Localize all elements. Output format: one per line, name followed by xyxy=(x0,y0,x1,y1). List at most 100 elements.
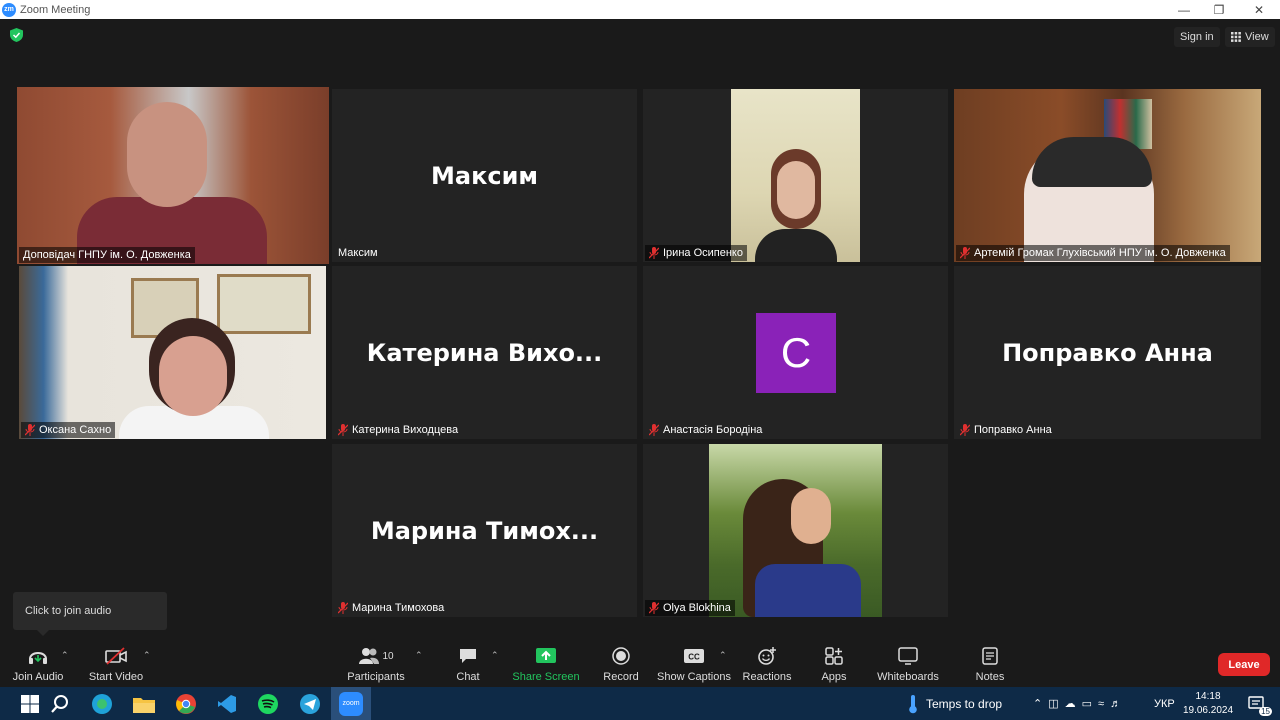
onedrive-icon[interactable]: ☁ xyxy=(1065,697,1082,710)
clock-date: 19.06.2024 xyxy=(1182,704,1234,716)
clock[interactable]: 14:18 19.06.2024 xyxy=(1182,687,1234,720)
telegram-icon[interactable] xyxy=(297,691,323,717)
chat-icon xyxy=(460,649,476,663)
participant-tile[interactable]: Катерина Вихо... Катерина Виходцева xyxy=(332,266,637,439)
participant-name-tag: Olya Blokhina xyxy=(645,600,735,616)
muted-mic-icon xyxy=(649,602,659,614)
participant-tile[interactable]: Оксана Сахно xyxy=(19,266,326,439)
participant-tile[interactable]: C Анастасія Бородіна xyxy=(643,266,948,439)
participant-name-tag: Поправко Анна xyxy=(956,422,1056,438)
participant-tile[interactable]: Максим Максим xyxy=(332,89,637,262)
participant-name: Анастасія Бородіна xyxy=(663,424,763,436)
language-indicator[interactable]: УКР xyxy=(1154,687,1175,720)
tray-chevron-icon[interactable]: ⌃ xyxy=(1033,697,1048,710)
leave-label: Leave xyxy=(1228,658,1260,671)
meeting-topbar: Sign in View xyxy=(0,19,1280,53)
video-options-caret-icon[interactable]: ⌃ xyxy=(143,650,151,661)
whiteboards-label: Whiteboards xyxy=(877,671,939,683)
participants-icon xyxy=(359,648,380,664)
battery-icon[interactable]: ▭ xyxy=(1082,697,1098,710)
notes-button[interactable]: Notes xyxy=(974,646,1006,686)
reactions-label: Reactions xyxy=(742,671,792,683)
video-person-dress xyxy=(755,564,861,617)
weather-widget[interactable]: Temps to drop xyxy=(908,687,1002,720)
apps-button[interactable]: Apps xyxy=(817,646,851,686)
participants-options-caret-icon[interactable]: ⌃ xyxy=(415,650,423,661)
vscode-icon[interactable] xyxy=(214,691,240,717)
leave-button[interactable]: Leave xyxy=(1218,653,1270,676)
window-titlebar: zm Zoom Meeting — ❐ ✕ xyxy=(0,0,1280,19)
tray-device-icon[interactable]: ◫ xyxy=(1048,697,1064,710)
headphones-icon xyxy=(29,652,47,664)
start-video-button[interactable]: Start Video xyxy=(89,646,143,686)
participant-name: Ірина Осипенко xyxy=(663,247,743,259)
system-tray-icons[interactable]: ⌃ ◫ ☁ ▭ ≈ ♬ xyxy=(1033,687,1127,720)
minimize-icon[interactable]: — xyxy=(1166,0,1202,19)
zoom-logo-icon: zm xyxy=(2,2,16,17)
participant-name: Olya Blokhina xyxy=(663,602,731,614)
participant-tile[interactable]: Поправко Анна Поправко Анна xyxy=(954,266,1261,439)
reactions-button[interactable]: Reactions xyxy=(743,646,791,686)
view-button[interactable]: View xyxy=(1225,27,1275,47)
join-audio-label: Join Audio xyxy=(12,671,64,683)
participant-name: Марина Тимохова xyxy=(352,602,445,614)
window-title: Zoom Meeting xyxy=(20,3,91,16)
participant-name-tag: Анастасія Бородіна xyxy=(645,422,766,438)
audio-options-caret-icon[interactable]: ⌃ xyxy=(61,650,69,661)
participant-name-tag: Марина Тимохова xyxy=(334,600,448,616)
video-person-face xyxy=(791,488,831,544)
volume-icon[interactable]: ♬ xyxy=(1110,698,1127,710)
sign-in-button[interactable]: Sign in xyxy=(1174,27,1220,47)
notes-label: Notes xyxy=(975,671,1005,683)
participants-button[interactable]: 10 Participants xyxy=(346,646,406,686)
chrome-icon[interactable] xyxy=(173,691,199,717)
participant-name-tag: Оксана Сахно xyxy=(21,422,116,438)
restore-icon[interactable]: ❐ xyxy=(1201,0,1237,19)
edge-browser-icon[interactable] xyxy=(89,691,115,717)
show-captions-label: Show Captions xyxy=(657,671,731,683)
chat-label: Chat xyxy=(456,671,480,683)
whiteboard-icon xyxy=(898,647,918,665)
chat-options-caret-icon[interactable]: ⌃ xyxy=(491,650,499,661)
participants-label: Participants xyxy=(347,671,405,683)
apps-label: Apps xyxy=(821,671,847,683)
muted-mic-icon xyxy=(960,424,970,436)
notification-icon[interactable]: 15 xyxy=(1244,691,1272,717)
file-explorer-icon[interactable] xyxy=(131,691,157,717)
meeting-toolbar: Join Audio ⌃ Start Video ⌃ 10 Participan… xyxy=(0,640,1280,687)
thermometer-icon xyxy=(909,694,917,713)
spotify-icon[interactable] xyxy=(255,691,281,717)
share-screen-button[interactable]: Share Screen xyxy=(512,646,580,686)
participant-tile[interactable]: Ірина Осипенко xyxy=(643,89,948,262)
participant-name: Максим xyxy=(338,247,378,259)
search-icon[interactable] xyxy=(47,691,73,717)
wifi-icon[interactable]: ≈ xyxy=(1098,698,1110,710)
participant-avatar: C xyxy=(756,313,836,393)
participant-tile[interactable]: Марина Тимох... Марина Тимохова xyxy=(332,444,637,617)
svg-text:CC: CC xyxy=(688,653,700,662)
view-label: View xyxy=(1245,31,1269,43)
participant-name: Доповідач ГНПУ ім. О. Довженка xyxy=(23,249,191,261)
tooltip-text: Click to join audio xyxy=(25,605,112,617)
participant-name: Катерина Виходцева xyxy=(352,424,459,436)
participant-tile[interactable]: Артемій Громак Глухівський НПУ ім. О. До… xyxy=(954,89,1261,262)
captions-options-caret-icon[interactable]: ⌃ xyxy=(719,650,727,661)
close-icon[interactable]: ✕ xyxy=(1241,0,1277,19)
join-audio-button[interactable]: Join Audio xyxy=(13,646,63,686)
participant-tile[interactable]: Olya Blokhina xyxy=(643,444,948,617)
participant-name: Поправко Анна xyxy=(974,424,1052,436)
participant-display-name: Поправко Анна xyxy=(1002,338,1213,367)
participant-name-tag: Ірина Осипенко xyxy=(645,245,747,261)
chat-button[interactable]: Chat xyxy=(450,646,486,686)
windows-start-icon[interactable] xyxy=(17,691,43,717)
video-person-shoulders xyxy=(755,229,837,262)
muted-mic-icon xyxy=(960,247,970,259)
zoom-taskbar-icon[interactable]: zoom xyxy=(331,687,371,720)
participant-display-name: Марина Тимох... xyxy=(370,516,599,545)
participant-tile[interactable]: Доповідач ГНПУ ім. О. Довженка xyxy=(17,87,329,264)
sign-in-label: Sign in xyxy=(1180,31,1214,43)
record-button[interactable]: Record xyxy=(601,646,641,686)
security-shield-icon[interactable] xyxy=(10,28,23,42)
participant-name: Артемій Громак Глухівський НПУ ім. О. До… xyxy=(974,247,1226,259)
whiteboards-button[interactable]: Whiteboards xyxy=(877,646,939,686)
